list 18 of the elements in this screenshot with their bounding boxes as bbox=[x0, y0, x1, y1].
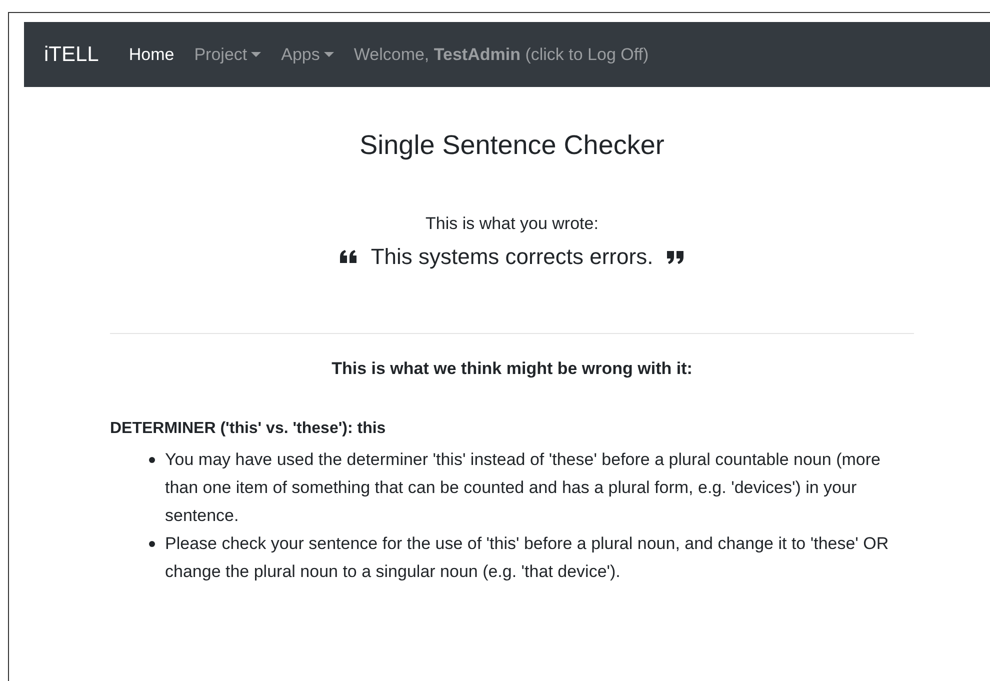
dropdown-menu[interactable]: Apps bbox=[281, 42, 334, 68]
quote-right-icon bbox=[667, 250, 684, 264]
feedback-heading: This is what we think might be wrong with it: bbox=[332, 358, 692, 380]
issue-explanation: You may have used the determiner 'this' instead of 'these' before a plural countable noun (more than one item of something that can be counted and has a plural form, e.g. 'devices') in your sentence. bbox=[165, 448, 882, 526]
bullet-icon bbox=[149, 456, 155, 462]
issue-title: DETERMINER ('this' vs. 'these'): this bbox=[110, 418, 387, 438]
caret-icon bbox=[324, 52, 334, 58]
intro-label: This is what you wrote: bbox=[426, 212, 598, 234]
nav-link[interactable]: Home bbox=[128, 42, 174, 68]
brand-logo[interactable]: iTELL bbox=[44, 38, 99, 70]
submitted-sentence: This systems corrects errors. bbox=[370, 243, 654, 271]
quote-left-icon bbox=[340, 250, 357, 264]
dropdown-menu[interactable]: Project bbox=[194, 42, 262, 68]
page-title: Single Sentence Checker bbox=[360, 129, 664, 162]
issue-explanation: Please check your sentence for the use of 'this' before a plural noun, and change it to 'these' OR change the plural noun to a singular noun (e.g. 'that device'). bbox=[165, 532, 890, 582]
caret-icon bbox=[251, 52, 262, 58]
nav-link[interactable]: Welcome, TestAdmin (click to Log Off) bbox=[354, 42, 649, 68]
bullet-icon bbox=[149, 540, 155, 546]
